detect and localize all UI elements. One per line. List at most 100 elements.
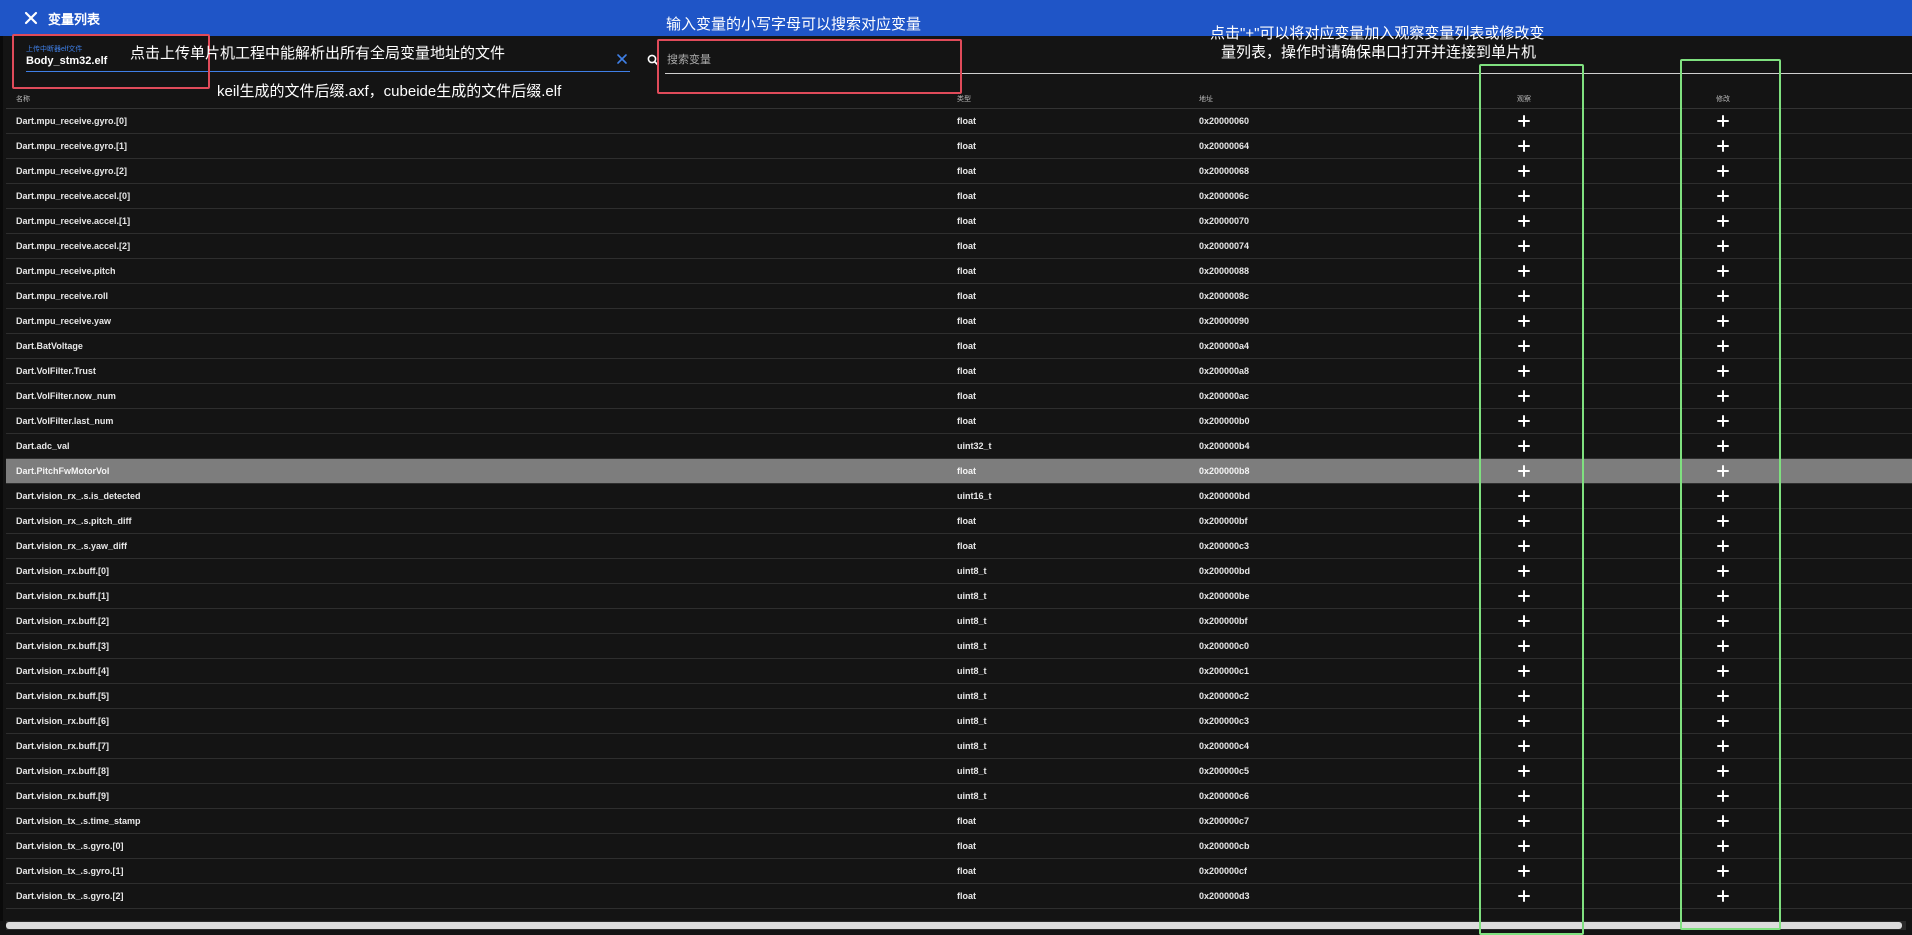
add-to-observe-button[interactable]	[1517, 689, 1531, 703]
table-row[interactable]: Dart.mpu_receive.accel.[0] float 0x2000006…	[6, 184, 1912, 209]
add-to-modify-button[interactable]	[1716, 839, 1730, 853]
add-to-observe-button[interactable]	[1517, 864, 1531, 878]
add-to-modify-button[interactable]	[1716, 789, 1730, 803]
column-header-address[interactable]: 地址	[1199, 90, 1213, 108]
add-to-observe-button[interactable]	[1517, 814, 1531, 828]
add-to-observe-button[interactable]	[1517, 639, 1531, 653]
add-to-observe-button[interactable]	[1517, 889, 1531, 903]
add-to-modify-button[interactable]	[1716, 189, 1730, 203]
add-to-observe-button[interactable]	[1517, 514, 1531, 528]
add-to-observe-button[interactable]	[1517, 189, 1531, 203]
table-row[interactable]: Dart.vision_rx_.s.yaw_diff float 0x200000c…	[6, 534, 1912, 559]
table-row[interactable]: Dart.vision_tx_.s.gyro.[2] float 0x200000d…	[6, 884, 1912, 909]
add-to-modify-button[interactable]	[1716, 314, 1730, 328]
add-to-observe-button[interactable]	[1517, 164, 1531, 178]
add-to-modify-button[interactable]	[1716, 389, 1730, 403]
add-to-observe-button[interactable]	[1517, 839, 1531, 853]
add-to-observe-button[interactable]	[1517, 214, 1531, 228]
add-to-observe-button[interactable]	[1517, 389, 1531, 403]
file-field-value[interactable]: Body_stm32.elf	[26, 55, 107, 67]
add-to-modify-button[interactable]	[1716, 139, 1730, 153]
add-to-modify-button[interactable]	[1716, 689, 1730, 703]
add-to-observe-button[interactable]	[1517, 114, 1531, 128]
add-to-modify-button[interactable]	[1716, 864, 1730, 878]
table-row[interactable]: Dart.BatVoltage float 0x200000a4	[6, 334, 1912, 359]
add-to-modify-button[interactable]	[1716, 264, 1730, 278]
add-to-observe-button[interactable]	[1517, 264, 1531, 278]
add-to-observe-button[interactable]	[1517, 439, 1531, 453]
add-to-observe-button[interactable]	[1517, 314, 1531, 328]
add-to-modify-button[interactable]	[1716, 489, 1730, 503]
add-to-observe-button[interactable]	[1517, 364, 1531, 378]
add-to-modify-button[interactable]	[1716, 289, 1730, 303]
table-row[interactable]: Dart.mpu_receive.gyro.[2] float 0x20000068	[6, 159, 1912, 184]
add-to-modify-button[interactable]	[1716, 239, 1730, 253]
add-to-modify-button[interactable]	[1716, 114, 1730, 128]
add-to-observe-button[interactable]	[1517, 714, 1531, 728]
table-row[interactable]: Dart.vision_rx.buff.[0] uint8_t 0x200000bd	[6, 559, 1912, 584]
add-to-modify-button[interactable]	[1716, 414, 1730, 428]
add-to-modify-button[interactable]	[1716, 889, 1730, 903]
add-to-modify-button[interactable]	[1716, 339, 1730, 353]
add-to-modify-button[interactable]	[1716, 614, 1730, 628]
table-row[interactable]: Dart.mpu_receive.yaw float 0x20000090	[6, 309, 1912, 334]
horizontal-scrollbar[interactable]	[6, 921, 1906, 930]
table-row[interactable]: Dart.vision_rx.buff.[1] uint8_t 0x200000be	[6, 584, 1912, 609]
add-to-modify-button[interactable]	[1716, 764, 1730, 778]
table-row[interactable]: Dart.vision_rx.buff.[4] uint8_t 0x200000c1	[6, 659, 1912, 684]
table-row[interactable]: Dart.VolFilter.now_num float 0x200000ac	[6, 384, 1912, 409]
table-row[interactable]: Dart.vision_tx_.s.time_stamp float 0x20000…	[6, 809, 1912, 834]
search-input[interactable]	[667, 48, 1167, 72]
add-to-modify-button[interactable]	[1716, 439, 1730, 453]
add-to-modify-button[interactable]	[1716, 564, 1730, 578]
add-to-observe-button[interactable]	[1517, 789, 1531, 803]
add-to-observe-button[interactable]	[1517, 464, 1531, 478]
table-row[interactable]: Dart.VolFilter.last_num float 0x200000b0	[6, 409, 1912, 434]
add-to-modify-button[interactable]	[1716, 589, 1730, 603]
table-row[interactable]: Dart.mpu_receive.gyro.[0] float 0x20000060	[6, 109, 1912, 134]
add-to-observe-button[interactable]	[1517, 664, 1531, 678]
add-to-modify-button[interactable]	[1716, 739, 1730, 753]
clear-icon[interactable]	[616, 52, 628, 64]
add-to-observe-button[interactable]	[1517, 564, 1531, 578]
add-to-observe-button[interactable]	[1517, 539, 1531, 553]
add-to-modify-button[interactable]	[1716, 364, 1730, 378]
table-row[interactable]: Dart.vision_rx.buff.[7] uint8_t 0x200000c4	[6, 734, 1912, 759]
table-row[interactable]: Dart.vision_rx.buff.[5] uint8_t 0x200000c2	[6, 684, 1912, 709]
close-icon[interactable]	[22, 9, 40, 27]
table-row[interactable]: Dart.vision_rx.buff.[8] uint8_t 0x200000c5	[6, 759, 1912, 784]
add-to-modify-button[interactable]	[1716, 814, 1730, 828]
add-to-observe-button[interactable]	[1517, 589, 1531, 603]
table-row[interactable]: Dart.mpu_receive.accel.[1] float 0x2000007…	[6, 209, 1912, 234]
add-to-modify-button[interactable]	[1716, 539, 1730, 553]
add-to-modify-button[interactable]	[1716, 664, 1730, 678]
table-row[interactable]: Dart.adc_val uint32_t 0x200000b4	[6, 434, 1912, 459]
table-row[interactable]: Dart.VolFilter.Trust float 0x200000a8	[6, 359, 1912, 384]
add-to-observe-button[interactable]	[1517, 339, 1531, 353]
table-row[interactable]: Dart.mpu_receive.accel.[2] float 0x2000007…	[6, 234, 1912, 259]
add-to-modify-button[interactable]	[1716, 714, 1730, 728]
table-row[interactable]: Dart.vision_tx_.s.gyro.[1] float 0x200000c…	[6, 859, 1912, 884]
table-row[interactable]: Dart.mpu_receive.roll float 0x2000008c	[6, 284, 1912, 309]
table-row[interactable]: Dart.vision_tx_.s.gyro.[0] float 0x200000c…	[6, 834, 1912, 859]
table-row[interactable]: Dart.vision_rx_.s.is_detected uint16_t 0x2…	[6, 484, 1912, 509]
table-row[interactable]: Dart.vision_rx.buff.[3] uint8_t 0x200000c0	[6, 634, 1912, 659]
column-header-name[interactable]: 名称	[16, 90, 30, 108]
table-row[interactable]: Dart.vision_rx.buff.[9] uint8_t 0x200000c6	[6, 784, 1912, 809]
add-to-observe-button[interactable]	[1517, 289, 1531, 303]
table-row[interactable]: Dart.mpu_receive.gyro.[1] float 0x20000064	[6, 134, 1912, 159]
table-row[interactable]: Dart.vision_rx.buff.[6] uint8_t 0x200000c3	[6, 709, 1912, 734]
add-to-modify-button[interactable]	[1716, 639, 1730, 653]
column-header-type[interactable]: 类型	[957, 90, 971, 108]
add-to-observe-button[interactable]	[1517, 239, 1531, 253]
add-to-modify-button[interactable]	[1716, 514, 1730, 528]
add-to-observe-button[interactable]	[1517, 614, 1531, 628]
table-row[interactable]: Dart.vision_rx.buff.[2] uint8_t 0x200000bf	[6, 609, 1912, 634]
table-row[interactable]: Dart.PitchFwMotorVol float 0x200000b8	[6, 459, 1912, 484]
add-to-observe-button[interactable]	[1517, 414, 1531, 428]
add-to-modify-button[interactable]	[1716, 464, 1730, 478]
add-to-modify-button[interactable]	[1716, 164, 1730, 178]
add-to-observe-button[interactable]	[1517, 489, 1531, 503]
scrollbar-thumb[interactable]	[6, 922, 1902, 929]
table-row[interactable]: Dart.mpu_receive.pitch float 0x20000088	[6, 259, 1912, 284]
